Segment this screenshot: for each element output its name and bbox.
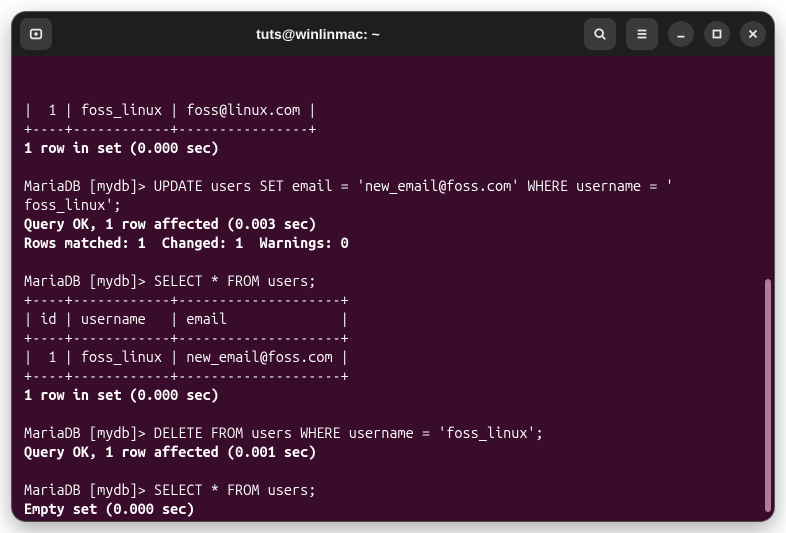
terminal-line: 1 row in set (0.000 sec) [24, 138, 764, 157]
terminal-line [24, 157, 764, 176]
terminal-line: | id | username | email | [24, 309, 764, 328]
terminal-line: Query OK, 1 row affected (0.003 sec) [24, 214, 764, 233]
terminal-line [24, 518, 764, 521]
terminal-line: +----+------------+----------------+ [24, 119, 764, 138]
scrollbar-thumb[interactable] [765, 279, 771, 512]
terminal-viewport[interactable]: | 1 | foss_linux | foss@linux.com |+----… [12, 56, 774, 521]
maximize-button[interactable] [704, 21, 730, 47]
search-icon [593, 27, 607, 41]
hamburger-icon [635, 27, 649, 41]
maximize-icon [710, 27, 724, 41]
terminal-line: | 1 | foss_linux | new_email@foss.com | [24, 347, 764, 366]
terminal-line [24, 404, 764, 423]
terminal-line: +----+------------+--------------------+ [24, 290, 764, 309]
terminal-line: MariaDB [mydb]> DELETE FROM users WHERE … [24, 423, 764, 442]
terminal-line: Empty set (0.000 sec) [24, 499, 764, 518]
menu-button[interactable] [626, 18, 658, 50]
scrollbar-track[interactable] [765, 56, 771, 521]
new-tab-button[interactable] [20, 18, 52, 50]
terminal-line: MariaDB [mydb]> SELECT * FROM users; [24, 271, 764, 290]
terminal-line: +----+------------+--------------------+ [24, 328, 764, 347]
terminal-line: 1 row in set (0.000 sec) [24, 385, 764, 404]
terminal-line: +----+------------+--------------------+ [24, 366, 764, 385]
minimize-button[interactable] [668, 21, 694, 47]
terminal-line: Rows matched: 1 Changed: 1 Warnings: 0 [24, 233, 764, 252]
window-title: tuts@winlinmac: ~ [52, 26, 584, 42]
terminal-line: Query OK, 1 row affected (0.001 sec) [24, 442, 764, 461]
minimize-icon [674, 27, 688, 41]
search-button[interactable] [584, 18, 616, 50]
terminal-line: foss_linux'; [24, 195, 764, 214]
terminal-window: tuts@winlinmac: ~ | 1 | foss_linux | fos… [12, 12, 774, 521]
plus-tab-icon [29, 27, 43, 41]
terminal-line: MariaDB [mydb]> UPDATE users SET email =… [24, 176, 764, 195]
terminal-line [24, 252, 764, 271]
terminal-line: MariaDB [mydb]> SELECT * FROM users; [24, 480, 764, 499]
terminal-line [24, 461, 764, 480]
close-icon [746, 27, 760, 41]
close-button[interactable] [740, 21, 766, 47]
terminal-output: | 1 | foss_linux | foss@linux.com |+----… [24, 100, 764, 521]
terminal-line: | 1 | foss_linux | foss@linux.com | [24, 100, 764, 119]
titlebar: tuts@winlinmac: ~ [12, 12, 774, 56]
